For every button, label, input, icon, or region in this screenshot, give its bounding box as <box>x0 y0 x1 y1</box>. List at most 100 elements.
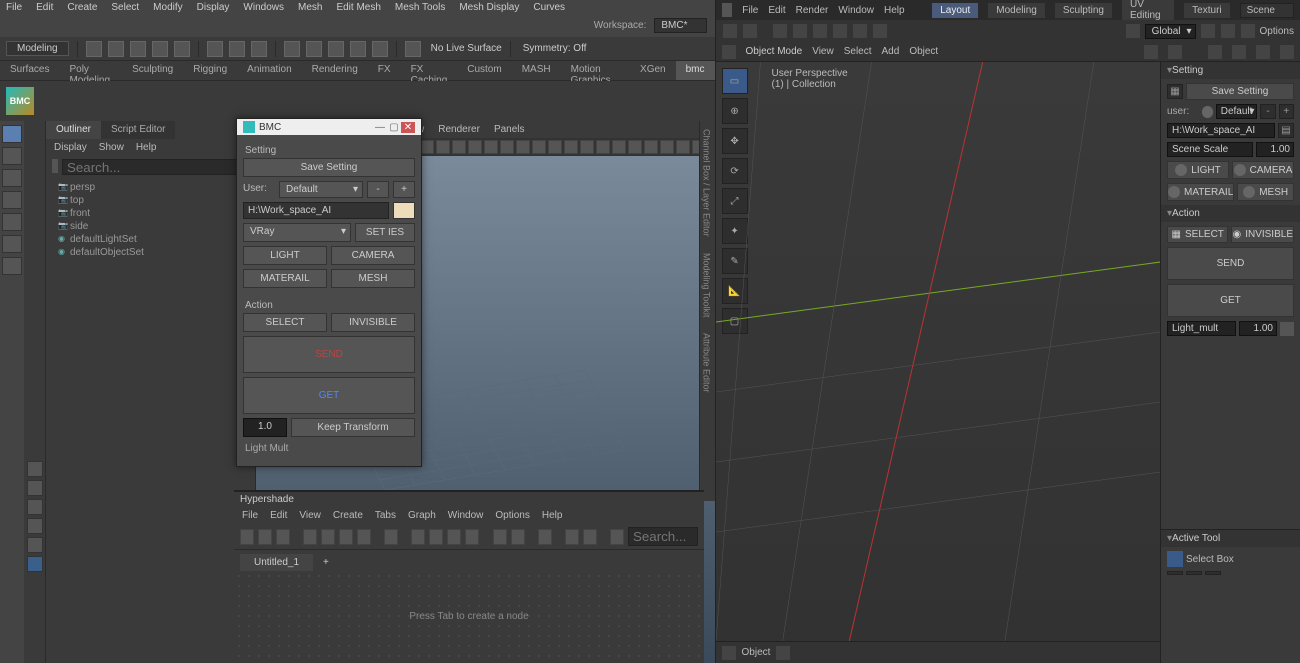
pin-icon[interactable] <box>776 646 790 660</box>
link-icon[interactable] <box>1280 322 1294 336</box>
move-tool[interactable] <box>2 191 22 209</box>
browse-button[interactable] <box>393 202 415 219</box>
invisible-button[interactable]: ◉INVISIBLE <box>1231 226 1294 243</box>
b-file[interactable]: File <box>742 5 758 16</box>
symmetry[interactable]: Symmetry: Off <box>523 43 587 54</box>
light-button[interactable]: LIGHT <box>243 246 327 265</box>
vp-tool-icon[interactable] <box>564 140 578 154</box>
b-edit[interactable]: Edit <box>768 5 785 16</box>
blender-logo-icon[interactable] <box>722 3 733 17</box>
light-mult-field[interactable]: 1.0 <box>243 418 287 437</box>
bmc-shelf-icon[interactable]: BMC <box>6 87 34 115</box>
material-button[interactable]: MATERAIL <box>1167 183 1234 201</box>
tab-fxcache[interactable]: FX Caching <box>401 61 458 80</box>
vp-renderer[interactable]: Renderer <box>438 124 480 135</box>
b-help[interactable]: Help <box>884 5 905 16</box>
last-tool[interactable] <box>2 257 22 275</box>
channel-box-tab[interactable]: Channel Box / Layer Editor <box>700 121 714 245</box>
tool-opt-icon[interactable] <box>1205 571 1221 575</box>
hs-tool-icon[interactable] <box>538 529 552 545</box>
hs-file[interactable]: File <box>242 510 258 521</box>
hs-options[interactable]: Options <box>495 510 529 521</box>
outliner-search[interactable] <box>62 159 249 175</box>
vp-tool-icon[interactable] <box>500 140 514 154</box>
select-arrow-tool[interactable] <box>2 125 22 143</box>
user-select[interactable]: Default <box>1216 104 1258 119</box>
proportional-icon[interactable] <box>1240 23 1256 39</box>
tab-surfaces[interactable]: Surfaces <box>0 61 59 80</box>
select-button[interactable]: SELECT <box>243 313 327 332</box>
vp-tool-icon[interactable] <box>452 140 466 154</box>
menu-display[interactable]: Display <box>197 2 230 16</box>
add-user-button[interactable]: + <box>393 181 415 198</box>
outliner-show[interactable]: Show <box>99 142 124 153</box>
invisible-button[interactable]: INVISIBLE <box>331 313 415 332</box>
menu-mesh[interactable]: Mesh <box>298 2 322 16</box>
save-scene-icon[interactable] <box>130 41 146 57</box>
tab-sculpting[interactable]: Sculpting <box>1055 3 1112 18</box>
rotate-tool[interactable] <box>2 213 22 231</box>
vp-tool-icon[interactable] <box>644 140 658 154</box>
preset-icon[interactable] <box>27 537 43 553</box>
paint-select-tool[interactable] <box>2 169 22 187</box>
close-button[interactable]: ✕ <box>401 122 415 133</box>
shading-solid-icon[interactable] <box>1232 45 1246 59</box>
gizmo-icon[interactable] <box>792 23 808 39</box>
persp-camera[interactable]: persp <box>54 182 247 193</box>
hs-tool-icon[interactable] <box>339 529 353 545</box>
outliner-display[interactable]: Display <box>54 142 87 153</box>
tab-layout[interactable]: Layout <box>932 3 978 18</box>
tab-bmc[interactable]: bmc <box>676 61 715 80</box>
modeling-toolkit-tab[interactable]: Modeling Toolkit <box>700 245 714 325</box>
maximize-button[interactable]: ▢ <box>387 122 401 133</box>
tab-poly[interactable]: Poly Modeling <box>59 61 122 80</box>
context-icon[interactable] <box>722 646 736 660</box>
snap-view-icon[interactable] <box>372 41 388 57</box>
side-camera[interactable]: side <box>54 221 247 232</box>
open-scene-icon[interactable] <box>108 41 124 57</box>
hs-tool-icon[interactable] <box>429 529 443 545</box>
options-label[interactable]: Options <box>1260 26 1294 37</box>
blender-viewport[interactable]: ▭ ⊕ ✥ ⟳ ⤢ ✦ ✎ 📐 ▢ User Perspective (1) |… <box>716 62 1160 641</box>
b-window[interactable]: Window <box>838 5 874 16</box>
menu-windows[interactable]: Windows <box>243 2 284 16</box>
menu-edit[interactable]: Edit <box>36 2 53 16</box>
hs-graph[interactable]: Graph <box>408 510 436 521</box>
tool-opt-icon[interactable] <box>1167 571 1183 575</box>
default-light-set[interactable]: defaultLightSet <box>54 234 247 245</box>
gizmo-icon[interactable] <box>772 23 788 39</box>
add-user-button[interactable]: + <box>1279 104 1294 119</box>
bh-view[interactable]: View <box>812 46 834 57</box>
outliner-help[interactable]: Help <box>136 142 157 153</box>
menu-select[interactable]: Select <box>111 2 139 16</box>
undo-icon[interactable] <box>152 41 168 57</box>
user-select[interactable]: Default <box>279 181 363 198</box>
get-button[interactable]: GET <box>1167 284 1294 317</box>
mesh-button[interactable]: MESH <box>1237 183 1294 201</box>
snap-curve-icon[interactable] <box>306 41 322 57</box>
hs-tool-icon[interactable] <box>276 529 290 545</box>
shading-matprev-icon[interactable] <box>1256 45 1270 59</box>
preset-selected-icon[interactable] <box>27 556 43 572</box>
action-panel-header[interactable]: Action <box>1161 205 1300 222</box>
xray-icon[interactable] <box>1168 45 1182 59</box>
mode-select[interactable]: Modeling <box>6 41 69 56</box>
hs-tool-icon[interactable] <box>610 529 624 545</box>
lasso-tool[interactable] <box>2 147 22 165</box>
gizmo-icon[interactable] <box>832 23 848 39</box>
pivot-icon[interactable] <box>1200 23 1216 39</box>
hs-tool-icon[interactable] <box>411 529 425 545</box>
preset-icon[interactable] <box>27 461 43 477</box>
scene-scale-value[interactable]: 1.00 <box>1256 142 1294 157</box>
menu-curves[interactable]: Curves <box>533 2 565 16</box>
hs-window[interactable]: Window <box>448 510 484 521</box>
mesh-button[interactable]: MESH <box>331 269 415 288</box>
filter-icon[interactable] <box>52 159 58 173</box>
hs-view[interactable]: View <box>299 510 321 521</box>
minimize-button[interactable]: — <box>373 122 387 133</box>
light-button[interactable]: LIGHT <box>1167 161 1229 179</box>
camera-button[interactable]: CAMERA <box>331 246 415 265</box>
hs-add-tab[interactable]: + <box>317 554 335 571</box>
b-render[interactable]: Render <box>796 5 829 16</box>
save-setting-button[interactable]: Save Setting <box>1186 83 1294 100</box>
